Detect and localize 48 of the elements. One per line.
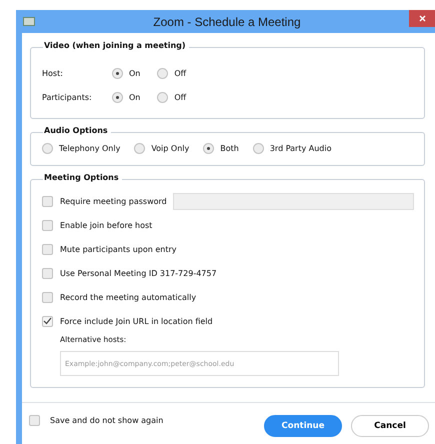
- group-title: Video (when joining a meeting): [43, 41, 189, 50]
- option-label: Off: [174, 92, 186, 102]
- close-icon: [418, 15, 426, 22]
- radio-option[interactable]: On: [112, 92, 140, 102]
- radio-button[interactable]: [252, 143, 264, 154]
- radio-option[interactable]: On: [112, 68, 140, 78]
- checkbox[interactable]: [42, 244, 53, 254]
- checkbox[interactable]: [42, 292, 53, 302]
- option-label: Record the meeting automatically: [60, 292, 196, 302]
- option-label: Off: [174, 68, 186, 78]
- radio-button[interactable]: [203, 143, 214, 154]
- close-button[interactable]: [409, 10, 435, 27]
- checkbox[interactable]: [42, 316, 53, 326]
- option-label: On: [129, 92, 140, 102]
- window-icon: [23, 17, 35, 26]
- option-label: Telephony Only: [59, 144, 120, 153]
- radio-option[interactable]: Voip Only: [134, 143, 190, 154]
- group-title: Audio Options: [43, 126, 111, 135]
- checkbox[interactable]: [42, 196, 53, 206]
- option-label: Save and do not show again: [50, 416, 164, 425]
- radio-button[interactable]: [157, 92, 168, 102]
- dialog-button[interactable]: Cancel: [351, 415, 429, 437]
- checkbox[interactable]: [29, 415, 40, 426]
- field-label: Participants:: [42, 92, 93, 102]
- checkbox[interactable]: [42, 268, 53, 278]
- radio-button[interactable]: [112, 92, 123, 102]
- radio-button[interactable]: [112, 68, 123, 78]
- radio-option[interactable]: Telephony Only: [42, 143, 120, 154]
- window-title: Zoom - Schedule a Meeting: [152, 14, 302, 28]
- radio-button[interactable]: [157, 68, 168, 78]
- checkbox[interactable]: [42, 220, 53, 230]
- option-label: Force include Join URL in location field: [60, 316, 213, 326]
- option-label: Voip Only: [151, 144, 190, 153]
- field-label: Host:: [42, 68, 64, 78]
- option-label: 3rd Party Audio: [270, 144, 332, 153]
- option-label: Both: [220, 144, 239, 153]
- group-title: Meeting Options: [43, 173, 122, 182]
- radio-option[interactable]: 3rd Party Audio: [252, 143, 332, 154]
- radio-option[interactable]: Both: [203, 143, 239, 154]
- radio-button[interactable]: [134, 143, 146, 154]
- option-label: Mute participants upon entry: [60, 244, 177, 254]
- radio-button[interactable]: [42, 143, 53, 154]
- radio-option[interactable]: Off: [157, 92, 186, 102]
- option-label: Use Personal Meeting ID 317-729-4757: [60, 268, 217, 278]
- radio-option[interactable]: Off: [157, 68, 186, 78]
- option-label: On: [129, 68, 140, 78]
- option-label: Require meeting password: [60, 196, 167, 206]
- option-label: Enable join before host: [60, 220, 152, 230]
